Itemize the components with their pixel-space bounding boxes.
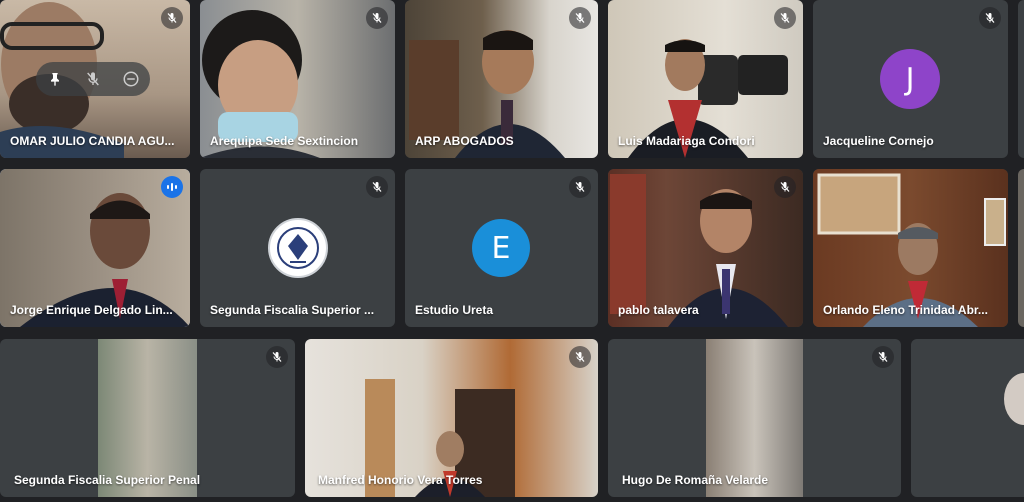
mic-off-icon	[266, 346, 288, 368]
mic-off-icon	[774, 176, 796, 198]
participant-tile[interactable]: Arequipa Sede Sextincion	[200, 0, 395, 158]
participant-tile-partial[interactable]	[1018, 169, 1024, 327]
participant-tile[interactable]: OMAR JULIO CANDIA AGU...	[0, 0, 190, 158]
participant-tile[interactable]: E Estudio Ureta	[405, 169, 598, 327]
participant-tile-partial[interactable]	[911, 339, 1024, 497]
pin-icon[interactable]	[40, 64, 70, 94]
participant-name: Estudio Ureta	[415, 303, 494, 317]
participant-silhouette	[1004, 373, 1024, 425]
participant-name: OMAR JULIO CANDIA AGU...	[10, 134, 175, 148]
participant-tile[interactable]: Manfred Honorio Vera Torres	[305, 339, 598, 497]
participant-name: Hugo De Romaña Velarde	[622, 473, 769, 487]
participant-tile[interactable]: Hugo De Romaña Velarde	[608, 339, 901, 497]
avatar: J	[880, 49, 940, 109]
participant-tile[interactable]: Orlando Eleno Trinidad Abr...	[813, 169, 1008, 327]
participant-name: Jorge Enrique Delgado Lin...	[10, 303, 173, 317]
participant-tile[interactable]: Luis Madariaga Condori	[608, 0, 803, 158]
participant-name: Segunda Fiscalia Superior Penal	[14, 473, 201, 487]
mic-off-icon	[366, 7, 388, 29]
participant-tile[interactable]: ARP ABOGADOS	[405, 0, 598, 158]
institution-logo	[268, 218, 328, 278]
participant-tile[interactable]: J Jacqueline Cornejo	[813, 0, 1008, 158]
participant-tile-partial[interactable]	[1018, 0, 1024, 158]
mic-off-icon	[569, 176, 591, 198]
mic-off-icon[interactable]	[78, 64, 108, 94]
participant-name: Luis Madariaga Condori	[618, 134, 755, 148]
mic-off-icon	[979, 7, 1001, 29]
mic-off-icon	[872, 346, 894, 368]
mic-off-icon	[366, 176, 388, 198]
participant-name: ARP ABOGADOS	[415, 134, 514, 148]
participant-name: Jacqueline Cornejo	[823, 134, 934, 148]
participant-name: pablo talavera	[618, 303, 699, 317]
participant-tile[interactable]: Segunda Fiscalia Superior Penal	[0, 339, 295, 497]
tile-hover-controls	[36, 62, 150, 96]
participant-name: Segunda Fiscalia Superior ...	[210, 303, 375, 317]
participant-tile[interactable]: Segunda Fiscalia Superior ...	[200, 169, 395, 327]
remove-icon[interactable]	[116, 64, 146, 94]
participant-name: Arequipa Sede Sextincion	[210, 134, 359, 148]
mic-off-icon	[774, 7, 796, 29]
participant-name: Orlando Eleno Trinidad Abr...	[823, 303, 988, 317]
participant-name: Manfred Honorio Vera Torres	[318, 473, 483, 487]
participant-tile-speaking[interactable]: Jorge Enrique Delgado Lin...	[0, 169, 190, 327]
participant-tile[interactable]: pablo talavera	[608, 169, 803, 327]
mic-off-icon	[161, 7, 183, 29]
mic-off-icon	[569, 346, 591, 368]
mic-off-icon	[569, 7, 591, 29]
avatar: E	[472, 219, 530, 277]
audio-level-icon	[161, 176, 183, 198]
